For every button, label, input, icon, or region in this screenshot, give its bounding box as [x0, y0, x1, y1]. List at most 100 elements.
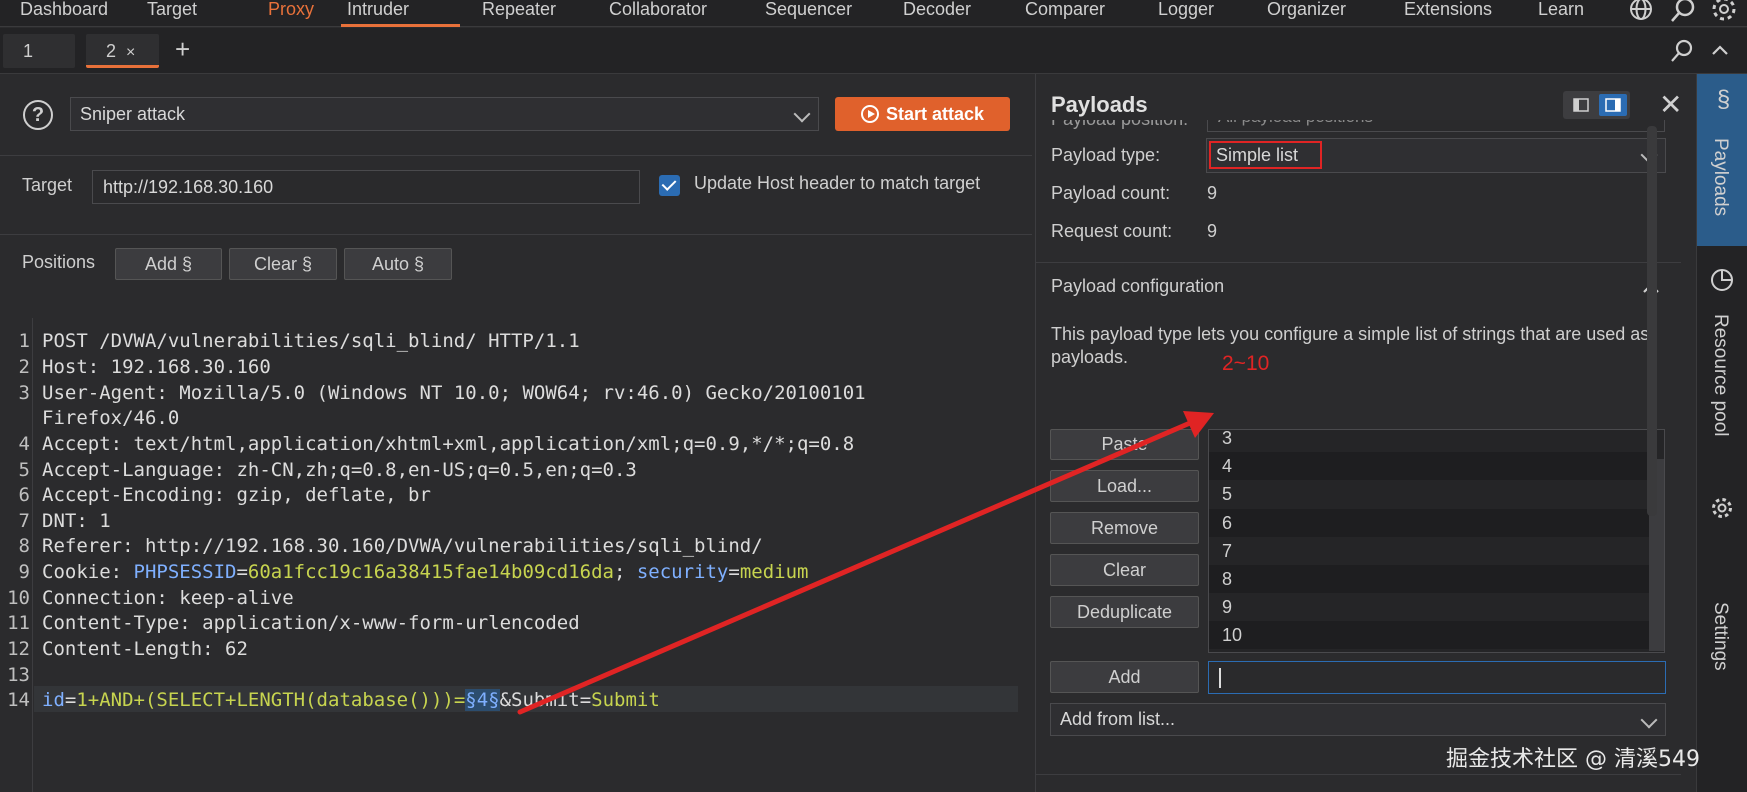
sidetab-settings-label: Settings	[1710, 602, 1731, 671]
add-button[interactable]: Add	[1050, 661, 1199, 693]
section-divider	[1036, 262, 1681, 263]
list-item[interactable]: 9	[1209, 593, 1649, 621]
list-item[interactable]: 8	[1209, 565, 1649, 593]
header-line: Referer: http://192.168.30.160/DVWA/vuln…	[42, 535, 763, 557]
line-number: 3	[18, 382, 30, 404]
payload-position-select[interactable]: All payload positions	[1207, 120, 1665, 132]
list-item[interactable]: 3	[1209, 430, 1649, 452]
gear-icon[interactable]	[1709, 0, 1739, 26]
nav-tab-proxy[interactable]: Proxy	[262, 0, 320, 27]
chevron-up-icon[interactable]	[1710, 40, 1730, 60]
nav-tab-dashboard[interactable]: Dashboard	[14, 0, 114, 27]
payloads-title: Payloads	[1051, 92, 1148, 117]
gear-icon	[1710, 496, 1734, 520]
line-number: 13	[7, 664, 30, 686]
layout-side-icon[interactable]	[1599, 94, 1627, 116]
help-icon[interactable]: ?	[23, 100, 53, 130]
list-item[interactable]: 4	[1209, 452, 1649, 480]
intruder-subtabs: 1 2 ×	[0, 28, 1747, 74]
add-payload-input[interactable]	[1208, 661, 1666, 694]
list-item[interactable]: 6	[1209, 509, 1649, 537]
line-number: 2	[18, 356, 30, 378]
search-icon[interactable]	[1669, 38, 1695, 64]
paste-button[interactable]: Paste	[1050, 429, 1199, 460]
start-attack-button[interactable]: Start attack	[835, 97, 1010, 131]
chevron-down-icon	[793, 105, 811, 123]
add-tab-button[interactable]: +	[175, 34, 190, 65]
sidetab-resource-pool[interactable]: Resource pool	[1697, 256, 1747, 466]
list-item[interactable]: 7	[1209, 537, 1649, 565]
body-line: id=1+AND+(SELECT+LENGTH(database()))=§4§…	[42, 689, 660, 711]
subtab-1[interactable]: 1	[3, 34, 75, 68]
globe-icon[interactable]	[1626, 0, 1656, 26]
line-number: 7	[18, 510, 30, 532]
sidetab-settings[interactable]: Settings	[1697, 484, 1747, 671]
payload-marker[interactable]: §4§	[465, 689, 500, 711]
chevron-down-icon	[1640, 711, 1658, 729]
layout-toggle[interactable]	[1563, 91, 1630, 119]
header-line: Content-Type: application/x-www-form-url…	[42, 612, 580, 634]
nav-tab-intruder[interactable]: Intruder	[341, 0, 460, 27]
line-number: 11	[7, 612, 30, 634]
header-line: Content-Length: 62	[42, 638, 248, 660]
positions-row: Positions Add § Clear § Auto §	[0, 236, 1032, 318]
attack-type-value: Sniper attack	[80, 104, 186, 124]
clear-button[interactable]: Clear	[1050, 554, 1199, 586]
layout-split-icon[interactable]	[1567, 94, 1595, 116]
pie-chart-icon	[1710, 268, 1734, 292]
line-number: 6	[18, 484, 30, 506]
search-icon[interactable]	[1668, 0, 1698, 26]
sidetab-resource-pool-label: Resource pool	[1710, 314, 1731, 437]
subtab-2-label: 2	[106, 41, 117, 61]
load-button[interactable]: Load...	[1050, 470, 1199, 502]
attack-type-select[interactable]: Sniper attack	[70, 97, 819, 131]
add-marker-button[interactable]: Add §	[115, 248, 222, 280]
nav-tab-learn[interactable]: Learn	[1532, 0, 1590, 27]
nav-tab-extensions[interactable]: Extensions	[1398, 0, 1498, 27]
close-icon[interactable]: ✕	[1659, 88, 1682, 121]
nav-tab-decoder[interactable]: Decoder	[897, 0, 977, 27]
subtab-2[interactable]: 2 ×	[86, 34, 159, 68]
request-count-label: Request count:	[1051, 221, 1173, 241]
target-label: Target	[22, 175, 73, 195]
nav-tab-repeater[interactable]: Repeater	[476, 0, 562, 27]
play-icon	[861, 105, 879, 123]
add-from-list-select[interactable]: Add from list...	[1050, 703, 1666, 736]
close-tab-icon[interactable]: ×	[126, 44, 135, 61]
nav-tab-comparer[interactable]: Comparer	[1019, 0, 1111, 27]
header-line: User-Agent: Mozilla/5.0 (Windows NT 10.0…	[42, 382, 866, 404]
sidetab-payloads[interactable]: § Payloads	[1697, 74, 1747, 246]
section-divider	[1036, 774, 1681, 775]
request-editor[interactable]: 1 2 3 4 5 6 7 8 9 10 11 12 13 14 POST /D…	[0, 318, 1032, 792]
sidetab-payloads-label: Payloads	[1710, 138, 1731, 217]
update-host-checkbox[interactable]	[659, 175, 680, 196]
payload-config-description: This payload type lets you configure a s…	[1051, 324, 1650, 367]
annotation-range-text: 2~10	[1222, 352, 1270, 375]
payloads-panel: Payloads ✕ Payload position: All payload…	[1035, 74, 1695, 792]
target-url-input[interactable]: http://192.168.30.160	[92, 170, 640, 204]
list-item[interactable]: 10	[1209, 621, 1649, 649]
remove-button[interactable]: Remove	[1050, 512, 1199, 544]
auto-marker-button[interactable]: Auto §	[344, 248, 452, 280]
nav-tab-target[interactable]: Target	[141, 0, 203, 27]
header-line: Host: 192.168.30.160	[42, 356, 271, 378]
nav-tab-collaborator[interactable]: Collaborator	[603, 0, 713, 27]
clear-marker-button[interactable]: Clear §	[229, 248, 337, 280]
list-item[interactable]: 5	[1209, 480, 1649, 508]
header-line: Accept-Language: zh-CN,zh;q=0.8,en-US;q=…	[42, 459, 637, 481]
update-host-label: Update Host header to match target	[694, 173, 981, 193]
intruder-positions-panel: ? Sniper attack Start attack Target http…	[0, 74, 1032, 792]
nav-tab-sequencer[interactable]: Sequencer	[759, 0, 858, 27]
header-line: DNT: 1	[42, 510, 111, 532]
payload-list[interactable]: 3 4 5 6 7 8 9 10	[1208, 429, 1665, 653]
nav-tab-organizer[interactable]: Organizer	[1261, 0, 1352, 27]
line-number: 4	[18, 433, 30, 455]
panel-scrollbar[interactable]	[1647, 126, 1657, 516]
nav-tab-logger[interactable]: Logger	[1152, 0, 1220, 27]
deduplicate-button[interactable]: Deduplicate	[1050, 596, 1199, 628]
line-number: 9	[18, 561, 30, 583]
line-number: 1	[18, 330, 30, 352]
header-line: Connection: keep-alive	[42, 587, 294, 609]
payload-position-label: Payload position:	[1051, 120, 1188, 130]
text-cursor	[1219, 668, 1221, 688]
